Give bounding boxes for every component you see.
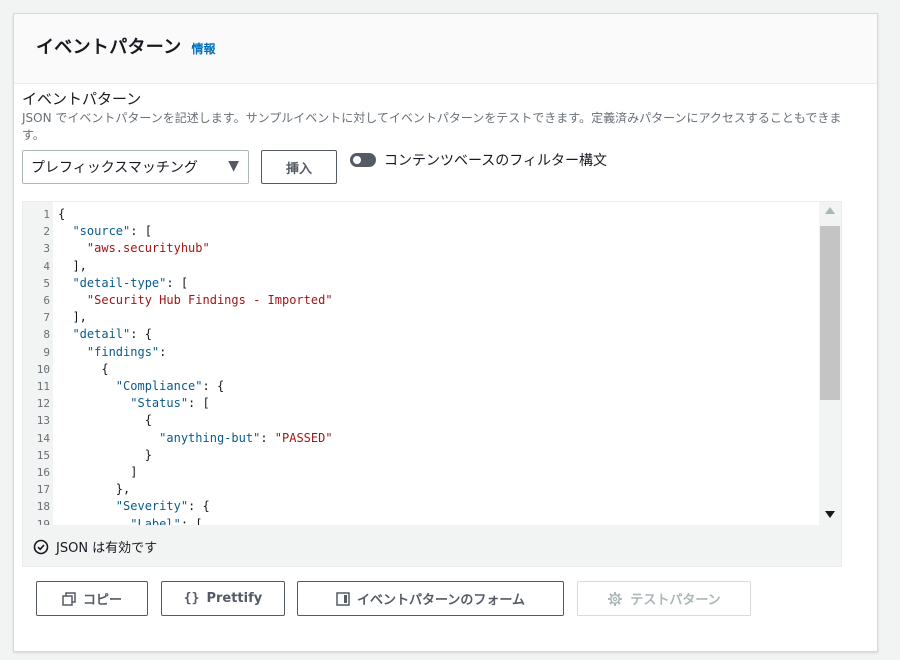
code-line: 2 "source": [ xyxy=(23,223,819,240)
panel-title: イベントパターン xyxy=(36,37,182,58)
code-line: 16 ] xyxy=(23,464,819,481)
code-text: "Label": [ xyxy=(130,516,203,525)
line-number: 1 xyxy=(43,208,50,221)
info-link[interactable]: 情報 xyxy=(192,40,216,57)
code-line: 13 { xyxy=(23,412,819,429)
line-number: 18 xyxy=(36,500,50,514)
test-pattern-button-label: テストパターン xyxy=(630,593,721,608)
line-number: 14 xyxy=(36,431,50,445)
gear-icon xyxy=(608,591,623,606)
code-text: "detail-type": [ xyxy=(72,275,189,290)
code-text: "findings": xyxy=(86,344,167,359)
code-area[interactable]: 1{2 "source": [3 "aws.securityhub" 4 ], 5 … xyxy=(23,202,819,525)
code-line: 8 "detail": { xyxy=(23,326,819,343)
prettify-button-label: Prettify xyxy=(206,591,263,606)
code-line: 4 ], xyxy=(23,258,819,275)
select-value: プレフィックスマッチング xyxy=(31,160,198,176)
line-number: 17 xyxy=(36,483,50,497)
code-text: { xyxy=(58,413,152,428)
validation-status-text: JSON は有効です xyxy=(56,541,158,556)
copy-button-label: コピー xyxy=(82,593,122,608)
line-number: 7 xyxy=(43,311,50,325)
copy-button[interactable]: コピー xyxy=(36,581,148,616)
code-line: 15 } xyxy=(23,447,819,464)
code-text: "anything-but": "PASSED" xyxy=(159,430,333,445)
line-number: 2 xyxy=(43,225,50,239)
scroll-thumb[interactable] xyxy=(820,226,840,400)
field-label: イベントパターン xyxy=(22,90,142,108)
code-line: 1{ xyxy=(23,206,819,223)
line-number: 16 xyxy=(36,466,50,479)
scroll-down-arrow-icon[interactable] xyxy=(825,511,835,518)
code-text: "Security Hub Findings - Imported" xyxy=(86,293,333,307)
editor-scrollbar[interactable] xyxy=(819,202,841,525)
code-line: 5 "detail-type": [ xyxy=(23,275,819,292)
code-line: 14 "anything-but": "PASSED" xyxy=(23,430,819,447)
code-text: "source": [ xyxy=(72,224,152,239)
code-text: { xyxy=(58,361,109,376)
insert-button[interactable]: 挿入 xyxy=(261,150,337,184)
copy-icon xyxy=(62,591,76,606)
code-line: 6 "Security Hub Findings - Imported" xyxy=(23,292,819,309)
code-text: "Compliance": { xyxy=(115,379,225,393)
matching-type-select[interactable]: プレフィックスマッチング ▼ xyxy=(22,150,249,184)
code-line: 3 "aws.securityhub" xyxy=(23,240,819,257)
form-panel-icon xyxy=(336,591,350,606)
code-text: } xyxy=(58,447,152,462)
line-number: 19 xyxy=(36,517,50,525)
json-editor: 1{2 "source": [3 "aws.securityhub" 4 ], 5 … xyxy=(22,201,842,567)
panel-header: イベントパターン 情報 xyxy=(14,14,877,84)
code-text: { xyxy=(58,207,66,221)
scroll-up-arrow-icon[interactable] xyxy=(825,207,835,214)
pattern-controls: プレフィックスマッチング ▼ 挿入 コンテンツベースのフィルター構文 xyxy=(22,150,842,184)
prettify-button[interactable]: {} Prettify xyxy=(161,581,285,616)
code-line: 7 ], xyxy=(23,309,819,326)
code-text: ] xyxy=(58,465,138,479)
line-number: 6 xyxy=(43,294,50,307)
code-line: 10 { xyxy=(23,361,819,378)
code-text: "aws.securityhub" xyxy=(86,241,210,256)
validation-status: JSON は有効です xyxy=(33,537,157,556)
line-number: 9 xyxy=(43,345,50,359)
filter-syntax-toggle-group: コンテンツベースのフィルター構文 xyxy=(350,150,607,170)
code-line: 19 "Label": [ xyxy=(23,516,819,525)
toggle-label: コンテンツベースのフィルター構文 xyxy=(384,153,608,169)
code-line: 12 "Status": [ xyxy=(23,395,819,412)
code-text: }, xyxy=(58,482,131,497)
code-line: 9 "findings": xyxy=(23,344,819,361)
code-text: "detail": { xyxy=(72,327,152,342)
line-number: 15 xyxy=(36,448,50,462)
line-number: 10 xyxy=(36,362,50,376)
line-number: 5 xyxy=(43,276,50,290)
code-line: 11 "Compliance": { xyxy=(23,378,819,395)
code-text: ], xyxy=(58,258,87,273)
pattern-form-button-label: イベントパターンのフォーム xyxy=(357,593,525,608)
code-text: "Severity": { xyxy=(115,499,210,514)
braces-icon: {} xyxy=(183,591,200,606)
pattern-form-button[interactable]: イベントパターンのフォーム xyxy=(297,581,564,616)
test-pattern-button[interactable]: テストパターン xyxy=(577,581,751,616)
line-number: 8 xyxy=(43,328,50,342)
line-number: 3 xyxy=(43,242,50,256)
line-number: 13 xyxy=(36,414,50,428)
code-text: ], xyxy=(58,310,87,325)
code-line: 17 }, xyxy=(23,481,819,498)
line-number: 4 xyxy=(43,259,50,273)
filter-syntax-toggle[interactable] xyxy=(350,153,376,167)
code-text: "Status": [ xyxy=(130,396,210,411)
line-number: 12 xyxy=(36,397,50,411)
line-number: 11 xyxy=(36,380,50,393)
code-line: 18 "Severity": { xyxy=(23,498,819,515)
caret-down-icon: ▼ xyxy=(228,158,239,174)
field-description: JSON でイベントパターンを記述します。サンプルイベントに対してイベントパター… xyxy=(22,111,842,142)
check-circle-icon xyxy=(33,539,49,554)
